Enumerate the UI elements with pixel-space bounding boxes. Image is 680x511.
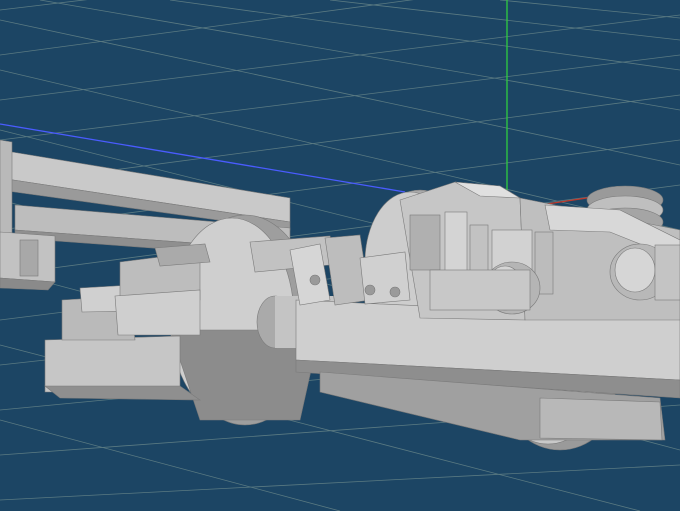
3d-viewport[interactable] [0,0,680,511]
viewport-canvas[interactable] [0,0,680,511]
